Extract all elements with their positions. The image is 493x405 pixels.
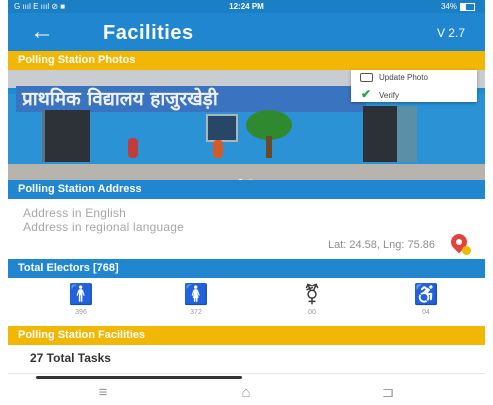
photo-menu: Update Photo ✔ Verify xyxy=(351,70,477,102)
battery-level: 34% xyxy=(440,2,457,11)
address-english-field[interactable]: Address in English xyxy=(23,206,126,220)
school-name-banner: प्राथमिक विद्यालय हाजुरखेड़ी xyxy=(16,86,366,112)
photo-door-left xyxy=(42,110,90,162)
verify-label: Verify xyxy=(379,91,400,100)
version-label: V 2.7 xyxy=(436,26,465,40)
photos-section-header: Polling Station Photos xyxy=(8,51,485,70)
system-nav-bar: ≡ ⌂ ⊐ xyxy=(8,381,485,405)
photo-figure xyxy=(213,140,223,158)
app-bar: ← Facilities V 2.7 xyxy=(8,13,485,51)
app-frame: G ıııl E ıııl ⊘ ■ 12:24 PM 34% ← Facilit… xyxy=(8,0,485,405)
scrollbar[interactable] xyxy=(36,376,242,379)
electors-stats: 🚹 396 🚺 372 ⚧ 00 ♿ 04 xyxy=(8,278,485,326)
tasks-row[interactable]: 27 Total Tasks xyxy=(8,345,485,375)
photo-door-right xyxy=(363,106,397,162)
photo-door-panel xyxy=(397,106,417,162)
update-photo-label: Update Photo xyxy=(379,73,428,82)
battery-indicator: 34% xyxy=(441,0,475,13)
address-section-header: Polling Station Address xyxy=(8,180,485,199)
female-icon: 🚺 xyxy=(183,284,209,306)
total-tasks-label[interactable]: 27 Total Tasks xyxy=(30,351,111,365)
home-icon[interactable]: ⌂ xyxy=(226,383,266,403)
status-time: 12:24 PM xyxy=(229,2,264,11)
wheelchair-icon: ♿ xyxy=(413,284,439,306)
checkmark-icon: ✔ xyxy=(360,87,372,101)
male-count: 396 xyxy=(75,309,87,316)
photo-tree-trunk xyxy=(266,136,272,158)
map-pin-badge xyxy=(462,246,471,255)
photo-figure xyxy=(128,138,138,158)
third-gender-count: 00 xyxy=(308,309,316,316)
back-nav-icon[interactable]: ⊐ xyxy=(368,383,408,403)
status-bar: G ıııl E ıııl ⊘ ■ 12:24 PM 34% xyxy=(8,0,485,13)
battery-icon xyxy=(460,2,475,11)
menu-icon[interactable]: ≡ xyxy=(83,383,123,403)
verify-menu-item[interactable]: ✔ Verify xyxy=(351,86,477,102)
facilities-section-header: Polling Station Facilities xyxy=(8,326,485,345)
page-title: Facilities xyxy=(103,22,194,44)
female-count: 372 xyxy=(190,309,202,316)
back-arrow-icon[interactable]: ← xyxy=(30,17,54,47)
carousel-indicator[interactable] xyxy=(238,171,258,180)
third-gender-icon: ⚧ xyxy=(303,284,321,306)
photo-window xyxy=(206,114,238,142)
divider xyxy=(8,373,485,374)
pwd-count: 04 xyxy=(422,309,430,316)
pwd-electors: ♿ 04 xyxy=(396,283,456,316)
male-electors: 🚹 396 xyxy=(51,283,111,316)
camera-icon xyxy=(359,70,373,86)
male-icon: 🚹 xyxy=(68,284,94,306)
electors-section-header: Total Electors [768] xyxy=(8,259,485,278)
female-electors: 🚺 372 xyxy=(166,283,226,316)
address-panel: Address in English Address in regional l… xyxy=(8,199,485,259)
update-photo-menu-item[interactable]: Update Photo xyxy=(351,70,477,86)
third-gender-electors: ⚧ 00 xyxy=(282,283,342,316)
address-regional-field[interactable]: Address in regional language xyxy=(23,220,184,234)
coordinates-label: Lat: 24.58, Lng: 75.86 xyxy=(327,239,435,251)
